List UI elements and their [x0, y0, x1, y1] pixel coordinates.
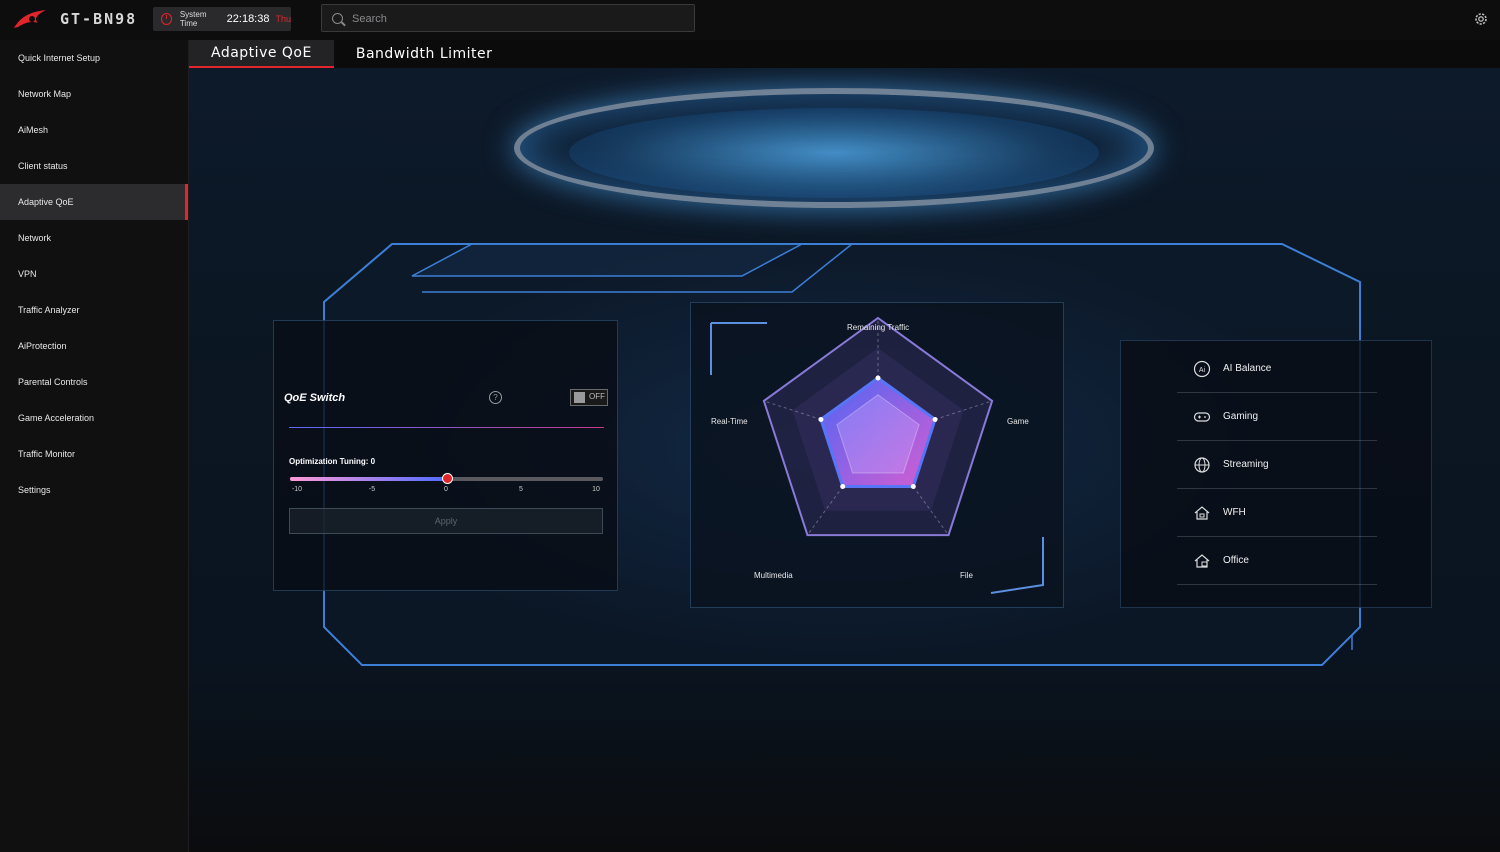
ai-balance-icon: Ai — [1193, 360, 1211, 377]
sidebar-item-game-acceleration[interactable]: Game Acceleration — [0, 400, 188, 436]
rog-logo-icon — [14, 10, 46, 28]
corner-bracket — [710, 322, 767, 375]
slider-fill — [290, 477, 447, 481]
mode-ai-balance[interactable]: Ai AI Balance — [1177, 345, 1377, 393]
search-input[interactable] — [350, 8, 684, 30]
optimization-tuning-label: Optimization Tuning: 0 — [289, 457, 376, 466]
system-time-widget: System Time 22:18:38 Thu — [153, 7, 291, 31]
office-icon — [1194, 553, 1210, 568]
toggle-knob — [574, 392, 585, 403]
qoe-toggle[interactable]: OFF — [570, 389, 608, 406]
radar-axis-label: Multimedia — [754, 571, 793, 580]
radar-axis-label: Real-Time — [711, 417, 748, 426]
tab-bar: Adaptive QoE Bandwidth Limiter — [189, 40, 514, 68]
sidebar-item-aimesh[interactable]: AiMesh — [0, 112, 188, 148]
qoe-divider — [289, 427, 604, 428]
globe-icon — [1194, 456, 1210, 473]
qoe-switch-panel: QoE Switch ? OFF Optimization Tuning: 0 … — [273, 320, 618, 591]
main-content: QoE Switch ? OFF Optimization Tuning: 0 … — [189, 68, 1500, 852]
clock-icon — [161, 13, 172, 25]
radar-axis-label: Remaining Traffic — [847, 323, 910, 332]
toggle-state-label: OFF — [589, 392, 605, 401]
qoe-mode-panel: Ai AI Balance Gaming Streaming WFH Offic… — [1120, 340, 1432, 608]
radar-data-point — [910, 484, 916, 490]
sidebar-item-network-map[interactable]: Network Map — [0, 76, 188, 112]
traffic-radar-panel: Remaining Traffic Game File Multimedia R… — [690, 302, 1064, 608]
sidebar-item-traffic-analyzer[interactable]: Traffic Analyzer — [0, 292, 188, 328]
slider-thumb[interactable] — [441, 473, 453, 484]
search-icon — [332, 13, 343, 24]
ceiling-ring — [514, 88, 1154, 208]
mode-label: Office — [1223, 555, 1249, 566]
mode-streaming[interactable]: Streaming — [1177, 441, 1377, 489]
mode-wfh[interactable]: WFH — [1177, 489, 1377, 537]
mode-office[interactable]: Office — [1177, 537, 1377, 585]
tab-adaptive-qoe[interactable]: Adaptive QoE — [189, 40, 334, 68]
system-time-value: 22:18:38 — [226, 13, 270, 25]
apply-button[interactable]: Apply — [289, 508, 603, 534]
home-work-icon — [1194, 505, 1210, 520]
radar-data-point — [932, 416, 938, 422]
radar-axis-label: Game — [1007, 417, 1029, 426]
sidebar: Quick Internet Setup Network Map AiMesh … — [0, 40, 189, 852]
sidebar-item-adaptive-qoe[interactable]: Adaptive QoE — [0, 184, 188, 220]
optimization-slider[interactable] — [290, 473, 603, 484]
gamepad-icon — [1193, 411, 1211, 422]
slider-tick: 5 — [519, 486, 523, 493]
mode-gaming[interactable]: Gaming — [1177, 393, 1377, 441]
mode-label: Streaming — [1223, 459, 1269, 470]
help-icon[interactable]: ? — [489, 391, 502, 404]
corner-bracket — [990, 537, 1044, 594]
gear-icon[interactable] — [1473, 11, 1489, 27]
sidebar-item-settings[interactable]: Settings — [0, 472, 188, 508]
slider-tick: -10 — [291, 486, 303, 493]
slider-tick: 10 — [592, 486, 600, 493]
search-box[interactable] — [321, 4, 695, 32]
qoe-switch-title: QoE Switch — [284, 392, 346, 404]
mode-label: AI Balance — [1223, 363, 1272, 374]
radar-data-point — [818, 416, 824, 422]
svg-text:Ai: Ai — [1199, 367, 1206, 374]
slider-tick: 0 — [444, 486, 448, 493]
model-name: GT-BN98 — [60, 10, 138, 28]
radar-data-point — [840, 484, 846, 490]
radar-axis-label: File — [960, 571, 973, 580]
top-bar: GT-BN98 System Time 22:18:38 Thu — [0, 0, 1500, 40]
sidebar-item-traffic-monitor[interactable]: Traffic Monitor — [0, 436, 188, 472]
system-time-label: System Time — [179, 10, 207, 28]
tab-bandwidth-limiter[interactable]: Bandwidth Limiter — [334, 40, 515, 68]
mode-label: WFH — [1223, 507, 1246, 518]
slider-tick: -5 — [368, 486, 376, 493]
sidebar-item-quick-internet-setup[interactable]: Quick Internet Setup — [0, 40, 188, 76]
sidebar-item-aiprotection[interactable]: AiProtection — [0, 328, 188, 364]
sidebar-item-network[interactable]: Network — [0, 220, 188, 256]
radar-data-point — [875, 375, 881, 381]
sidebar-item-parental-controls[interactable]: Parental Controls — [0, 364, 188, 400]
mode-label: Gaming — [1223, 411, 1259, 422]
sidebar-item-client-status[interactable]: Client status — [0, 148, 188, 184]
sidebar-item-vpn[interactable]: VPN — [0, 256, 188, 292]
system-day: Thu — [275, 14, 291, 24]
